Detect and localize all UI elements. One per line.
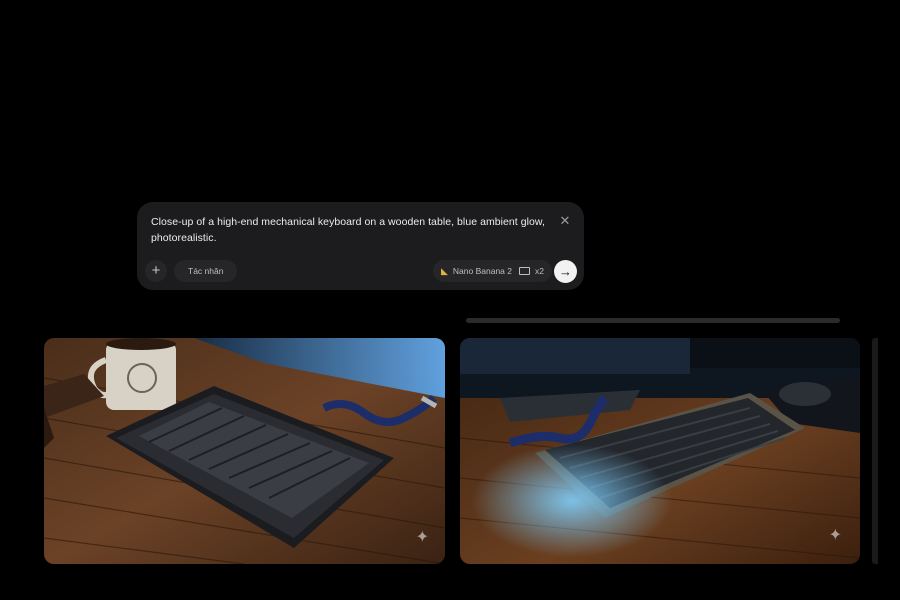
ai-sparkle-icon: ✦ (828, 527, 842, 544)
keyboard-image-1[interactable]: ✦ (44, 338, 445, 564)
previous-result-edge (466, 318, 840, 323)
add-button[interactable]: + (145, 260, 167, 282)
prompt-composer: Close-up of a high-end mechanical keyboa… (137, 202, 584, 290)
app-canvas: Close-up of a high-end mechanical keyboa… (0, 0, 900, 600)
send-button[interactable]: → (554, 260, 577, 283)
aspect-ratio-icon (519, 267, 530, 275)
prompt-text[interactable]: Close-up of a high-end mechanical keyboa… (151, 214, 551, 246)
keyboard-image-2[interactable]: ✦ (460, 338, 860, 564)
keyboard-photo-2 (460, 338, 860, 564)
keyboard-photo-1 (44, 338, 445, 564)
agent-button[interactable]: Tác nhân (174, 260, 238, 282)
close-icon[interactable]: ✕ (556, 212, 574, 230)
ai-sparkle-icon: ✦ (415, 529, 429, 546)
banana-icon: ◣ (441, 266, 448, 276)
image-count-label: x2 (535, 266, 544, 276)
next-image-edge (872, 338, 878, 564)
model-label: Nano Banana 2 (452, 266, 512, 276)
model-selector[interactable]: ◣ Nano Banana 2 x2 (433, 260, 552, 282)
